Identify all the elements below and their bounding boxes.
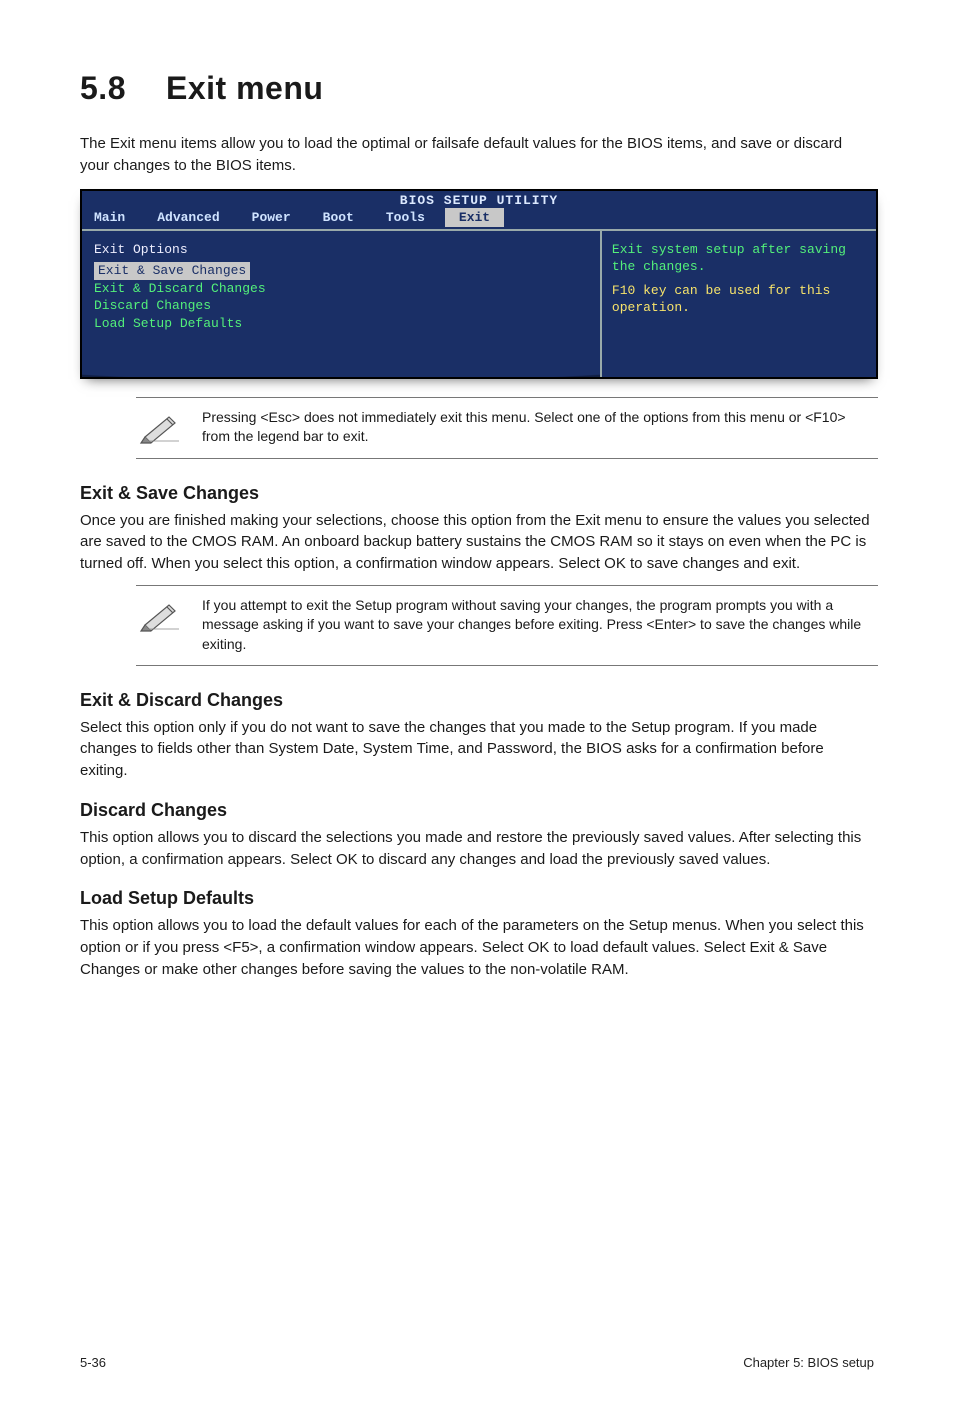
menu-item-discard[interactable]: Discard Changes	[94, 297, 588, 315]
note-enter-text: If you attempt to exit the Setup program…	[202, 596, 876, 655]
tab-tools[interactable]: Tools	[374, 208, 445, 227]
body-exit-discard: Select this option only if you do not wa…	[80, 717, 874, 782]
page-title: 5.8 Exit menu	[80, 70, 874, 107]
title-text: Exit menu	[166, 70, 323, 106]
bios-help-panel: Exit system setup after saving the chang…	[602, 231, 876, 377]
tab-boot[interactable]: Boot	[311, 208, 374, 227]
footer-page-number: 5-36	[80, 1355, 106, 1370]
heading-discard: Discard Changes	[80, 800, 874, 821]
bios-left-panel: Exit Options Exit & Save Changes Exit & …	[82, 231, 602, 377]
page-footer: 5-36 Chapter 5: BIOS setup	[80, 1355, 874, 1370]
heading-load-defaults: Load Setup Defaults	[80, 888, 874, 909]
note-esc: Pressing <Esc> does not immediately exit…	[136, 397, 878, 459]
tab-advanced[interactable]: Advanced	[145, 208, 239, 227]
tab-exit[interactable]: Exit	[445, 208, 504, 227]
title-number: 5.8	[80, 70, 126, 106]
body-exit-save: Once you are finished making your select…	[80, 510, 874, 575]
help-text-2: F10 key can be used for this operation.	[612, 282, 866, 317]
intro-paragraph: The Exit menu items allow you to load th…	[80, 133, 874, 177]
body-discard: This option allows you to discard the se…	[80, 827, 874, 871]
bios-window: BIOS SETUP UTILITY Main Advanced Power B…	[80, 189, 878, 379]
menu-item-load-defaults[interactable]: Load Setup Defaults	[94, 315, 588, 333]
tab-main[interactable]: Main	[82, 208, 145, 227]
page: 5.8 Exit menu The Exit menu items allow y…	[0, 0, 954, 1406]
tab-power[interactable]: Power	[240, 208, 311, 227]
bios-tabs: Main Advanced Power Boot Tools Exit	[82, 208, 876, 231]
bios-left-heading: Exit Options	[94, 241, 588, 259]
pencil-icon	[138, 596, 184, 636]
heading-exit-save: Exit & Save Changes	[80, 483, 874, 504]
footer-chapter: Chapter 5: BIOS setup	[743, 1355, 874, 1370]
body-load-defaults: This option allows you to load the defau…	[80, 915, 874, 980]
bios-window-title: BIOS SETUP UTILITY	[82, 191, 876, 208]
menu-item-exit-save[interactable]: Exit & Save Changes	[94, 262, 250, 280]
help-text-1: Exit system setup after saving the chang…	[612, 241, 866, 276]
pencil-icon	[138, 408, 184, 448]
bios-body: Exit Options Exit & Save Changes Exit & …	[82, 231, 876, 377]
heading-exit-discard: Exit & Discard Changes	[80, 690, 874, 711]
decorative-curve	[82, 358, 600, 378]
note-enter: If you attempt to exit the Setup program…	[136, 585, 878, 666]
menu-item-exit-discard[interactable]: Exit & Discard Changes	[94, 280, 588, 298]
note-esc-text: Pressing <Esc> does not immediately exit…	[202, 408, 876, 447]
